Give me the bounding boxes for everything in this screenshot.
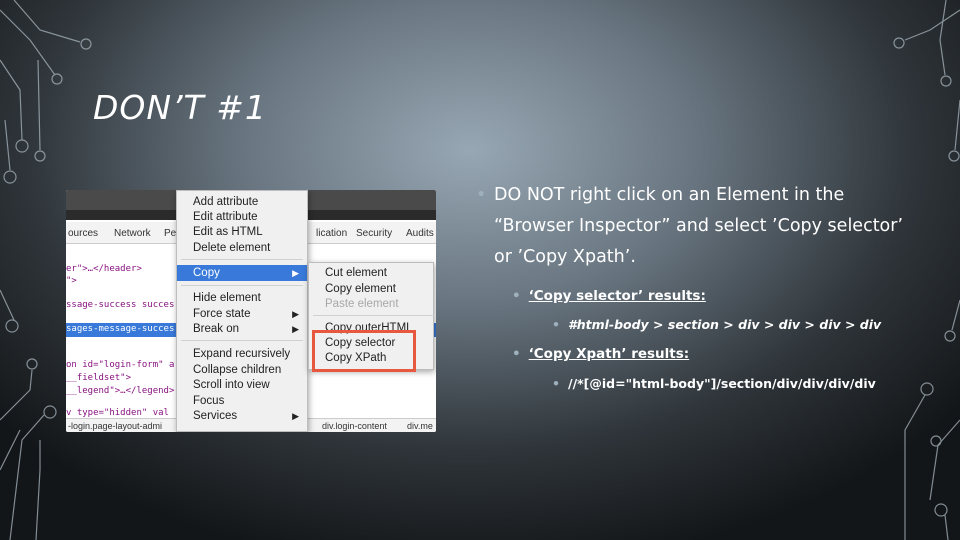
menu-item-hide-element[interactable]: Hide element: [177, 290, 307, 306]
menu-item-collapse-children[interactable]: Collapse children: [177, 362, 307, 378]
code-line[interactable]: ssage-success succes: [66, 300, 174, 310]
menu-item-break-on[interactable]: Break on ▶: [177, 321, 307, 337]
menu-separator: [181, 340, 303, 341]
code-line[interactable]: er">…</header>: [66, 264, 142, 274]
code-line[interactable]: __legend">…</legend>: [66, 386, 174, 396]
context-menu: Add attribute Edit attribute Edit as HTM…: [176, 190, 308, 432]
menu-item-scroll-into-view[interactable]: Scroll into view: [177, 377, 307, 393]
selector-result-text: #html-body > section > div > div > div >…: [568, 317, 882, 332]
bullet-selector-result: • #html-body > section > div > div > div …: [552, 317, 882, 332]
devtools-tab-application[interactable]: lication: [316, 228, 347, 239]
submenu-arrow-icon: ▶: [292, 411, 299, 421]
bullet-sub-xpath: • ‘Copy Xpath’ results:: [512, 346, 690, 362]
menu-item-paste-element: Paste element: [325, 298, 399, 310]
inspector-screenshot: ources Network Pe lication Security Audi…: [66, 190, 436, 432]
breadcrumb-item[interactable]: div.login-content: [322, 421, 387, 431]
menu-item-delete-element[interactable]: Delete element: [177, 240, 307, 256]
bullet-main-text: DO NOT right click on an Element in the …: [494, 185, 904, 267]
menu-item-edit-attribute[interactable]: Edit attribute: [177, 209, 307, 225]
menu-item-cut-element[interactable]: Cut element: [309, 265, 433, 281]
submenu-arrow-icon: ▶: [292, 324, 299, 334]
devtools-tab-audits[interactable]: Audits: [406, 228, 434, 239]
menu-item-copy[interactable]: Copy ▶: [177, 265, 307, 281]
callout-highlight-box: [312, 330, 416, 372]
submenu-arrow-icon: ▶: [292, 309, 299, 319]
menu-item-focus[interactable]: Focus: [177, 393, 307, 409]
bullet-sub-xpath-label: ‘Copy Xpath’ results:: [528, 346, 690, 362]
menu-item-edit-as-html[interactable]: Edit as HTML: [177, 224, 307, 240]
bullet-sub-selector-label: ‘Copy selector’ results:: [528, 288, 706, 304]
code-line[interactable]: on id="login-form" a: [66, 360, 174, 370]
code-line[interactable]: v type="hidden" val: [66, 408, 169, 418]
menu-item-copy-element[interactable]: Copy element: [309, 281, 433, 297]
xpath-result-text: //*[@id="html-body"]/section/div/div/div…: [568, 376, 876, 391]
bullet-dot: •: [476, 185, 487, 205]
code-line[interactable]: __fieldset">: [66, 373, 131, 383]
code-line[interactable]: ">: [66, 276, 77, 286]
bullet-xpath-result: •//*[@id="html-body"]/section/div/div/di…: [552, 376, 876, 391]
menu-item-services[interactable]: Services ▶: [177, 408, 307, 424]
bullet-main: • DO NOT right click on an Element in th…: [476, 180, 916, 273]
devtools-tab-network[interactable]: Network: [114, 228, 151, 239]
devtools-tab-performance[interactable]: Pe: [164, 228, 176, 239]
menu-item-force-state[interactable]: Force state ▶: [177, 306, 307, 322]
slide-title: DON’T #1: [93, 88, 267, 127]
menu-separator: [181, 285, 303, 286]
menu-item-expand-recursively[interactable]: Expand recursively: [177, 346, 307, 362]
bullet-sub-selector: • ‘Copy selector’ results:: [512, 288, 706, 304]
menu-separator: [313, 315, 435, 316]
submenu-arrow-icon: ▶: [292, 268, 299, 278]
breadcrumb-item[interactable]: div.me: [407, 421, 433, 431]
breadcrumb-item[interactable]: -login.page-layout-admi: [68, 421, 162, 431]
devtools-tab-sources[interactable]: ources: [68, 228, 98, 239]
devtools-tab-security[interactable]: Security: [356, 228, 392, 239]
menu-separator: [181, 259, 303, 260]
menu-item-add-attribute[interactable]: Add attribute: [177, 194, 307, 210]
